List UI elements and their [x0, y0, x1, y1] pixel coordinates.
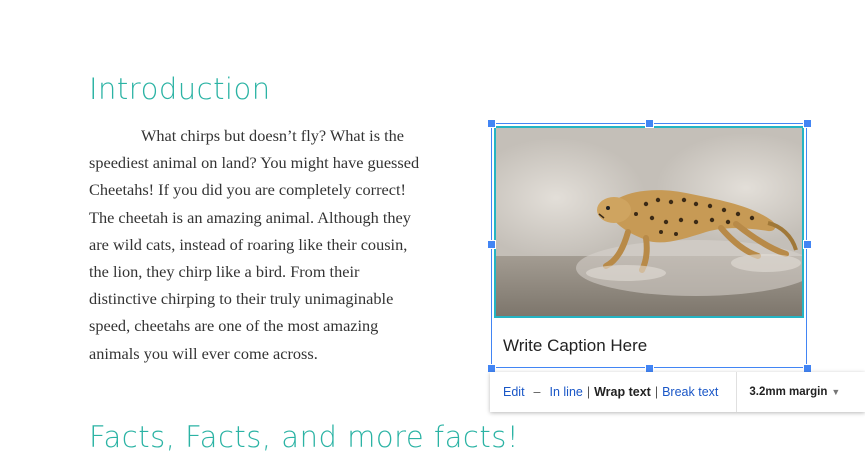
intro-paragraph[interactable]: What chirps but doesn’t fly? What is the…: [89, 122, 484, 367]
paragraph-line: speed, cheetahs are one of the most amaz…: [89, 316, 379, 336]
resize-handle-top[interactable]: [645, 119, 654, 128]
margin-dropdown[interactable]: 3.2mm margin ▼: [736, 372, 840, 412]
toolbar-separator: |: [654, 385, 659, 399]
in-line-link[interactable]: In line: [550, 385, 583, 399]
paragraph-line: speediest animal on land? You might have…: [89, 153, 420, 173]
image-options-toolbar: Edit – In line | Wrap text | Break text …: [490, 372, 865, 412]
paragraph-line: are wild cats, instead of roaring like t…: [89, 234, 408, 254]
image-caption[interactable]: Write Caption Here: [503, 336, 647, 356]
paragraph-line: distinctive chirping to their truly unim…: [89, 289, 394, 309]
resize-handle-left[interactable]: [487, 240, 496, 249]
toolbar-dash: –: [533, 385, 541, 399]
paragraph-line: The cheetah is an amazing animal. Althou…: [89, 207, 411, 227]
resize-handle-right[interactable]: [803, 240, 812, 249]
paragraph-line: Cheetahs! If you did you are completely …: [89, 180, 406, 200]
margin-value: 3.2mm margin: [749, 386, 828, 398]
edit-link[interactable]: Edit: [503, 385, 525, 399]
paragraph-line: the lion, they chirp like a bird. From t…: [89, 262, 360, 282]
resize-handle-top-left[interactable]: [487, 119, 496, 128]
chevron-down-icon: ▼: [831, 387, 841, 397]
cheetah-photo-graphic: [496, 128, 802, 316]
document-page: Introduction What chirps but doesn’t fly…: [0, 0, 865, 456]
break-text-link[interactable]: Break text: [662, 385, 718, 399]
intro-heading[interactable]: Introduction: [89, 72, 271, 106]
wrap-text-option[interactable]: Wrap text: [594, 385, 651, 399]
cheetah-photo[interactable]: [494, 126, 804, 318]
paragraph-line: animals you will ever come across.: [89, 343, 318, 363]
toolbar-separator: |: [586, 385, 591, 399]
paragraph-line: What chirps but doesn’t fly? What is the: [141, 126, 405, 145]
facts-heading[interactable]: Facts, Facts, and more facts!: [89, 420, 519, 454]
resize-handle-top-right[interactable]: [803, 119, 812, 128]
